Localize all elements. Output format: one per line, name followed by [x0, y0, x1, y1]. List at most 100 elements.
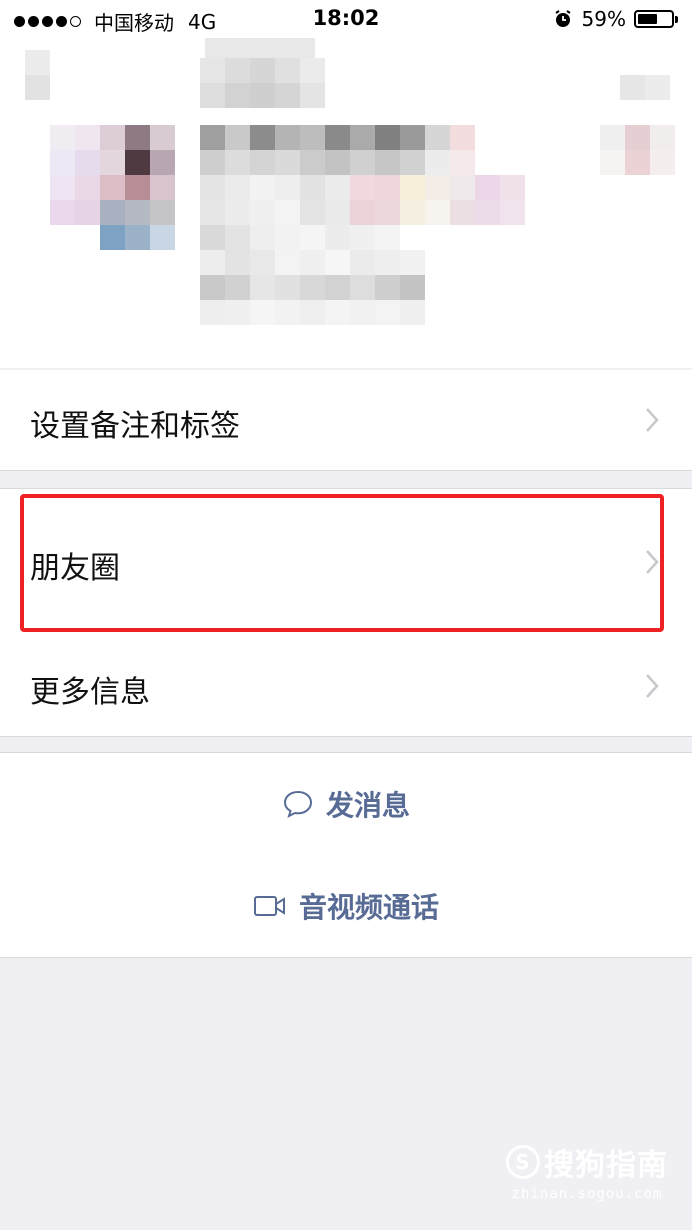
mosaic-tile: [250, 175, 275, 200]
status-bar: 中国移动 4G 18:02 59%: [0, 0, 692, 38]
battery-icon: [634, 10, 678, 28]
mosaic-tile: [375, 225, 400, 250]
mosaic-tile: [300, 200, 325, 225]
mosaic-tile: [400, 275, 425, 300]
voice-video-call-button[interactable]: 音视频通话: [0, 855, 692, 958]
mosaic-tile: [400, 150, 425, 175]
mosaic-tile: [300, 275, 325, 300]
mosaic-tile: [150, 175, 175, 200]
mosaic-tile: [400, 300, 425, 325]
mosaic-tile: [300, 225, 325, 250]
mosaic-tile: [150, 150, 175, 175]
mosaic-tile: [125, 225, 150, 250]
mosaic-tile: [225, 150, 250, 175]
mosaic-tile: [250, 150, 275, 175]
mosaic-tile: [250, 200, 275, 225]
mosaic-tile: [300, 300, 325, 325]
mosaic-tile: [400, 250, 425, 275]
mosaic-tile: [400, 200, 425, 225]
mosaic-tile: [250, 300, 275, 325]
mosaic-tile: [100, 225, 125, 250]
mosaic-tile: [25, 75, 50, 100]
mosaic-tile: [300, 150, 325, 175]
watermark-url: zhinan.sogou.com: [511, 1186, 663, 1202]
more-info-label: 更多信息: [30, 675, 150, 710]
mosaic-tile: [250, 225, 275, 250]
mosaic-tile: [325, 250, 350, 275]
mosaic-tile: [75, 125, 100, 150]
mosaic-tile: [350, 300, 375, 325]
mosaic-tile: [225, 83, 250, 108]
mosaic-tile: [50, 150, 75, 175]
mosaic-tile: [375, 300, 400, 325]
mosaic-tile: [250, 125, 275, 150]
mosaic-tile: [200, 200, 225, 225]
mosaic-tile: [400, 175, 425, 200]
mosaic-tile: [125, 200, 150, 225]
mosaic-tile: [200, 175, 225, 200]
mosaic-tile: [200, 300, 225, 325]
mosaic-tile: [625, 150, 650, 175]
mosaic-tile: [250, 83, 275, 108]
mosaic-tile: [200, 83, 225, 108]
mosaic-tile: [275, 225, 300, 250]
mosaic-tile: [500, 200, 525, 225]
moments-row[interactable]: 朋友圈: [0, 488, 692, 636]
mosaic-tile: [425, 150, 450, 175]
mosaic-tile: [100, 200, 125, 225]
mosaic-tile: [225, 200, 250, 225]
mosaic-tile: [600, 125, 625, 150]
status-right: 59%: [554, 7, 678, 31]
mosaic-tile: [225, 225, 250, 250]
mosaic-tile: [325, 175, 350, 200]
mosaic-tile: [275, 275, 300, 300]
mosaic-tile: [325, 125, 350, 150]
mosaic-tile: [275, 58, 300, 83]
send-message-button[interactable]: 发消息: [0, 752, 692, 856]
mosaic-tile: [275, 150, 300, 175]
mosaic-tile: [300, 58, 325, 83]
mosaic-tile: [250, 58, 275, 83]
mosaic-tile: [150, 125, 175, 150]
mosaic-tile: [350, 125, 375, 150]
mosaic-tile: [125, 150, 150, 175]
mosaic-tile: [75, 150, 100, 175]
sogou-watermark: S 搜狗指南 zhinan.sogou.com: [506, 1140, 668, 1202]
mosaic-tile: [350, 225, 375, 250]
mosaic-tile: [300, 250, 325, 275]
mosaic-tile: [300, 125, 325, 150]
mosaic-tile: [450, 125, 475, 150]
mosaic-tile: [125, 175, 150, 200]
mosaic-tile: [125, 125, 150, 150]
mosaic-tile: [75, 200, 100, 225]
mosaic-tile: [275, 125, 300, 150]
mosaic-tile: [325, 275, 350, 300]
mosaic-tile: [200, 125, 225, 150]
mosaic-tile: [425, 200, 450, 225]
mosaic-tile: [425, 125, 450, 150]
chat-bubble-icon: [283, 790, 312, 818]
moments-label: 朋友圈: [30, 551, 120, 586]
set-remark-and-tags-row[interactable]: 设置备注和标签: [0, 370, 692, 471]
mosaic-tile: [200, 275, 225, 300]
mosaic-tile: [425, 175, 450, 200]
mosaic-tile: [25, 50, 50, 75]
video-camera-icon: [253, 896, 285, 916]
mosaic-tile: [650, 150, 675, 175]
mosaic-tile: [200, 58, 225, 83]
mosaic-tile: [225, 250, 250, 275]
mosaic-tile: [75, 175, 100, 200]
mosaic-tile: [250, 250, 275, 275]
mosaic-tile: [325, 300, 350, 325]
mosaic-tile: [150, 225, 175, 250]
alarm-clock-icon: [554, 10, 571, 27]
mosaic-tile: [450, 150, 475, 175]
mosaic-tile: [650, 125, 675, 150]
mosaic-tile: [350, 150, 375, 175]
mosaic-tile: [100, 125, 125, 150]
mosaic-tile: [275, 250, 300, 275]
mosaic-tile: [100, 175, 125, 200]
send-message-label: 发消息: [325, 789, 410, 822]
more-info-row[interactable]: 更多信息: [0, 635, 692, 737]
mosaic-tile: [620, 75, 645, 100]
